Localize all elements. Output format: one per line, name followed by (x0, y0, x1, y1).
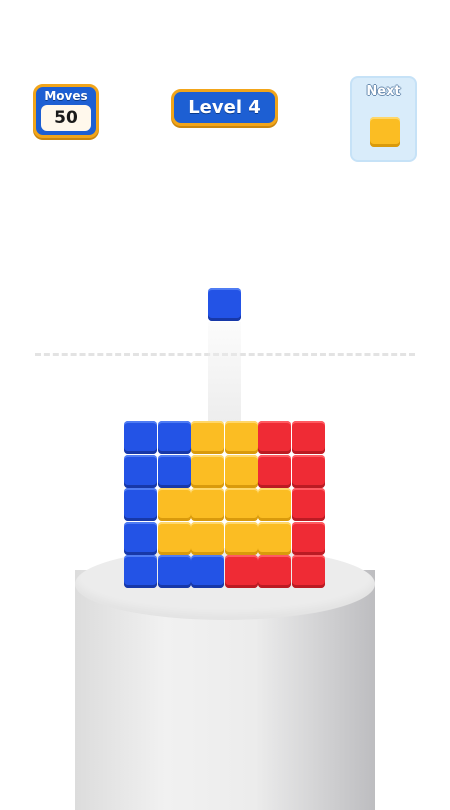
next-piece-panel: Next (350, 76, 417, 162)
board-cell-blue[interactable] (124, 454, 157, 488)
board-cell-yellow[interactable] (258, 521, 292, 555)
board-cell-red[interactable] (291, 488, 325, 521)
board-cell-yellow[interactable] (224, 454, 258, 488)
board-cell-blue[interactable] (157, 421, 191, 454)
board-cell-yellow[interactable] (191, 488, 225, 521)
board-cell-blue[interactable] (157, 454, 191, 488)
moves-label: Moves (44, 89, 88, 103)
moves-counter: Moves 50 (33, 84, 99, 138)
board-cell-yellow[interactable] (191, 421, 225, 454)
board-cell-blue[interactable] (157, 555, 191, 588)
board-cell-red[interactable] (258, 555, 292, 588)
board-cell-blue[interactable] (124, 421, 157, 454)
board-cell-blue[interactable] (124, 488, 157, 521)
board-cell-blue[interactable] (191, 555, 225, 588)
board-cell-red[interactable] (258, 454, 292, 488)
board-cell-blue[interactable] (124, 555, 157, 588)
level-badge: Level 4 (171, 89, 278, 126)
board-cell-blue[interactable] (124, 521, 157, 555)
board-cell-yellow[interactable] (191, 454, 225, 488)
board-cell-yellow[interactable] (224, 488, 258, 521)
board-cell-yellow[interactable] (224, 421, 258, 454)
board-cell-red[interactable] (291, 521, 325, 555)
board-cell-red[interactable] (258, 421, 292, 454)
drop-guide-beam (208, 322, 241, 422)
board-cell-yellow[interactable] (258, 488, 292, 521)
block-board[interactable] (124, 421, 325, 588)
board-cell-yellow[interactable] (191, 521, 225, 555)
next-label: Next (366, 84, 401, 99)
board-cell-red[interactable] (291, 454, 325, 488)
board-cell-yellow[interactable] (157, 488, 191, 521)
board-cell-yellow[interactable] (157, 521, 191, 555)
board-cell-red[interactable] (291, 555, 325, 588)
board-cell-red[interactable] (224, 555, 258, 588)
board-cell-red[interactable] (291, 421, 325, 454)
next-piece-preview (370, 117, 400, 147)
falling-block[interactable] (208, 288, 241, 321)
board-cell-yellow[interactable] (224, 521, 258, 555)
moves-value: 50 (41, 105, 91, 131)
